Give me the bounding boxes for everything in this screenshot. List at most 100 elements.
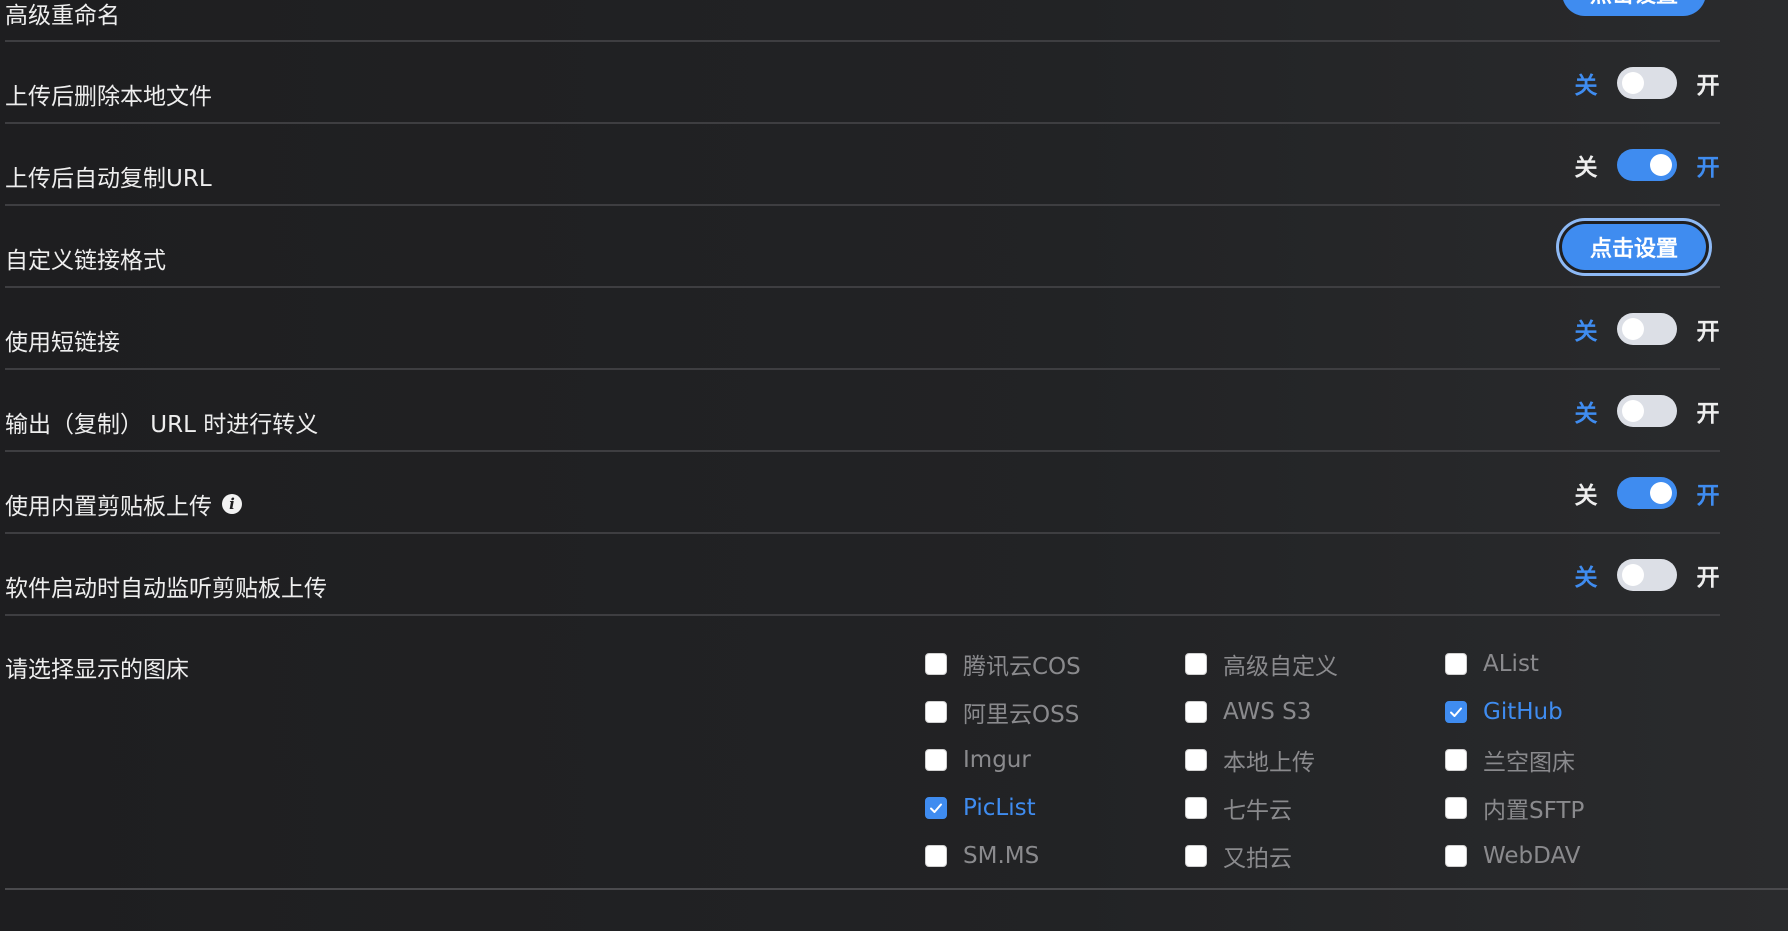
host-option[interactable]: PicList <box>925 784 1185 832</box>
host-checkbox[interactable] <box>1445 701 1467 723</box>
host-checkbox[interactable] <box>1185 701 1207 723</box>
host-checkbox[interactable] <box>1185 797 1207 819</box>
switch-off-text[interactable]: 关 <box>1574 312 1598 346</box>
setting-row-autostart-clipboard: 软件启动时自动监听剪贴板上传 关 开 <box>5 534 1720 616</box>
host-option[interactable]: AWS S3 <box>1185 688 1445 736</box>
host-checkbox[interactable] <box>925 845 947 867</box>
host-checkbox[interactable] <box>1185 749 1207 771</box>
host-label: WebDAV <box>1483 843 1581 869</box>
host-label: 腾讯云COS <box>963 654 1081 680</box>
host-option[interactable]: 腾讯云COS <box>925 640 1185 688</box>
switch-on-text[interactable]: 开 <box>1696 394 1720 428</box>
delete-local-label: 上传后删除本地文件 <box>5 84 212 110</box>
host-checkbox[interactable] <box>1445 845 1467 867</box>
delete-local-switch-group: 关 开 <box>1574 66 1720 100</box>
image-hosts-label: 请选择显示的图床 <box>5 657 189 683</box>
switch-off-text[interactable]: 关 <box>1574 476 1598 510</box>
info-icon[interactable]: i <box>222 494 242 514</box>
host-option[interactable]: Imgur <box>925 736 1185 784</box>
host-checkbox[interactable] <box>1445 797 1467 819</box>
host-checkbox[interactable] <box>925 749 947 771</box>
builtin-clipboard-toggle[interactable] <box>1617 477 1677 509</box>
host-option[interactable]: AList <box>1445 640 1705 688</box>
custom-link-label: 自定义链接格式 <box>5 248 166 274</box>
host-checkbox[interactable] <box>925 653 947 675</box>
host-option[interactable]: 高级自定义 <box>1185 640 1445 688</box>
short-link-toggle[interactable] <box>1617 313 1677 345</box>
setting-row-delete-local: 上传后删除本地文件 关 开 <box>5 42 1720 124</box>
host-label: AList <box>1483 651 1539 677</box>
switch-off-text[interactable]: 关 <box>1574 148 1598 182</box>
short-link-label: 使用短链接 <box>5 330 120 356</box>
host-label: PicList <box>963 795 1036 821</box>
advanced-rename-label: 高级重命名 <box>5 3 120 29</box>
host-option[interactable]: 本地上传 <box>1185 736 1445 784</box>
host-label: SM.MS <box>963 843 1040 869</box>
checkmark-icon <box>1450 707 1462 717</box>
custom-link-button[interactable]: 点击设置 <box>1562 224 1706 270</box>
host-option[interactable]: 又拍云 <box>1185 832 1445 880</box>
host-label: GitHub <box>1483 699 1563 725</box>
switch-on-text[interactable]: 开 <box>1696 558 1720 592</box>
autostart-clipboard-switch-group: 关 开 <box>1574 558 1720 592</box>
toggle-knob <box>1622 318 1644 340</box>
setting-row-auto-copy-url: 上传后自动复制URL 关 开 <box>5 124 1720 206</box>
auto-copy-url-label: 上传后自动复制URL <box>5 166 212 192</box>
switch-off-text[interactable]: 关 <box>1574 66 1598 100</box>
escape-url-toggle[interactable] <box>1617 395 1677 427</box>
setting-row-image-hosts: 请选择显示的图床 腾讯云COS 高级自定义 AList 阿里云OSS AWS S3 Git… <box>5 616 1788 890</box>
host-label: 七牛云 <box>1223 798 1292 824</box>
host-checkbox[interactable] <box>925 797 947 819</box>
host-label: 又拍云 <box>1223 846 1292 872</box>
switch-on-text[interactable]: 开 <box>1696 476 1720 510</box>
host-label: 阿里云OSS <box>963 702 1080 728</box>
toggle-knob <box>1650 154 1672 176</box>
host-label: 兰空图床 <box>1483 750 1575 776</box>
escape-url-switch-group: 关 开 <box>1574 394 1720 428</box>
host-option[interactable]: 七牛云 <box>1185 784 1445 832</box>
builtin-clipboard-label: 使用内置剪贴板上传 <box>5 494 212 520</box>
delete-local-toggle[interactable] <box>1617 67 1677 99</box>
host-option[interactable]: GitHub <box>1445 688 1705 736</box>
switch-on-text[interactable]: 开 <box>1696 148 1720 182</box>
host-checkbox[interactable] <box>925 701 947 723</box>
checkmark-icon <box>930 803 942 813</box>
autostart-clipboard-label: 软件启动时自动监听剪贴板上传 <box>5 576 327 602</box>
host-checkbox[interactable] <box>1445 749 1467 771</box>
host-label: 本地上传 <box>1223 750 1315 776</box>
switch-off-text[interactable]: 关 <box>1574 394 1598 428</box>
toggle-knob <box>1622 564 1644 586</box>
switch-on-text[interactable]: 开 <box>1696 312 1720 346</box>
setting-row-short-link: 使用短链接 关 开 <box>5 288 1720 370</box>
toggle-knob <box>1622 72 1644 94</box>
autostart-clipboard-toggle[interactable] <box>1617 559 1677 591</box>
auto-copy-url-switch-group: 关 开 <box>1574 148 1720 182</box>
host-label: 内置SFTP <box>1483 798 1585 824</box>
host-option[interactable]: 内置SFTP <box>1445 784 1705 832</box>
host-checkbox[interactable] <box>1185 653 1207 675</box>
host-option[interactable]: 阿里云OSS <box>925 688 1185 736</box>
host-checkbox[interactable] <box>1445 653 1467 675</box>
builtin-clipboard-switch-group: 关 开 <box>1574 476 1720 510</box>
escape-url-label: 输出（复制） URL 时进行转义 <box>5 412 319 438</box>
host-label: 高级自定义 <box>1223 654 1338 680</box>
short-link-switch-group: 关 开 <box>1574 312 1720 346</box>
setting-row-escape-url: 输出（复制） URL 时进行转义 关 开 <box>5 370 1720 452</box>
host-option[interactable]: WebDAV <box>1445 832 1705 880</box>
builtin-clipboard-label-wrap: 使用内置剪贴板上传 i <box>5 487 242 521</box>
host-checkbox[interactable] <box>1185 845 1207 867</box>
host-option[interactable]: SM.MS <box>925 832 1185 880</box>
auto-copy-url-toggle[interactable] <box>1617 149 1677 181</box>
switch-off-text[interactable]: 关 <box>1574 558 1598 592</box>
image-hosts-grid: 腾讯云COS 高级自定义 AList 阿里云OSS AWS S3 GitHub Imgur 本… <box>925 640 1705 880</box>
toggle-knob <box>1622 400 1644 422</box>
switch-on-text[interactable]: 开 <box>1696 66 1720 100</box>
host-label: Imgur <box>963 747 1031 773</box>
setting-row-builtin-clipboard: 使用内置剪贴板上传 i 关 开 <box>5 452 1720 534</box>
setting-row-advanced-rename: 高级重命名 点击设置 <box>5 0 1720 42</box>
advanced-rename-button[interactable]: 点击设置 <box>1562 0 1706 16</box>
setting-row-custom-link: 自定义链接格式 点击设置 <box>5 206 1720 288</box>
toggle-knob <box>1650 482 1672 504</box>
host-option[interactable]: 兰空图床 <box>1445 736 1705 784</box>
host-label: AWS S3 <box>1223 699 1312 725</box>
